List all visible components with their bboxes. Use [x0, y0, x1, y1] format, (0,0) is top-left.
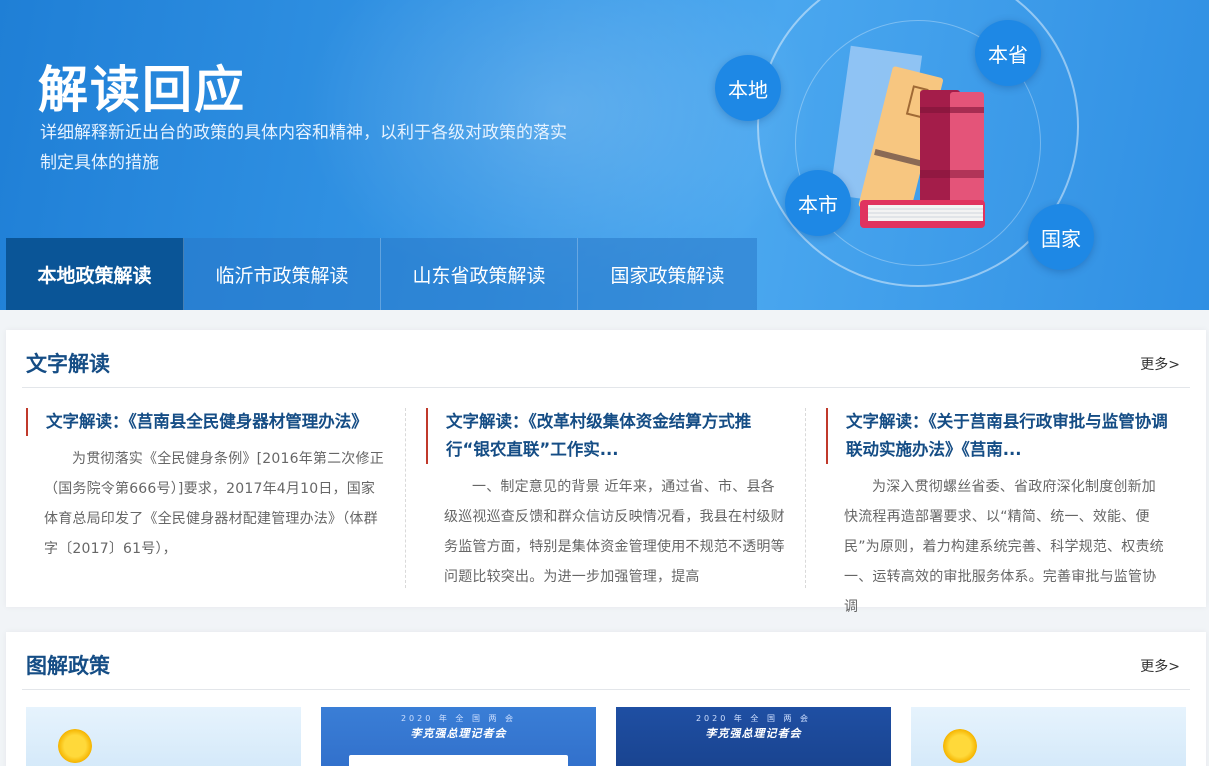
thumbnail-caption: 李克强总理记者会	[705, 727, 802, 740]
panel-header: 文字解读 更多>	[22, 330, 1190, 388]
bubble-local: 本地	[715, 55, 781, 121]
thumbnail-caption: 李克强总理记者会	[410, 727, 507, 740]
article-card: 文字解读：《关于莒南县行政审批与监管协调联动实施办法》《莒南... 为深入贯彻螺…	[826, 408, 1186, 615]
thumbnail-row: 2020 年 全 国 两 会 李克强总理记者会 2020 年 全 国 两 会 李…	[26, 707, 1186, 766]
sun-icon	[943, 729, 977, 763]
text-interpretation-panel: 文字解读 更多> 文字解读：《莒南县全民健身器材管理办法》 为贯彻落实《全民健身…	[6, 330, 1206, 615]
bubble-nation: 国家	[1028, 204, 1094, 270]
tab-national-policy[interactable]: 国家政策解读	[578, 238, 757, 310]
article-summary: 一、制定意见的背景 近年来，通过省、市、县各级巡视巡查反馈和群众信访反映情况看，…	[444, 479, 785, 585]
sun-icon	[58, 729, 92, 763]
article-card: 文字解读：《莒南县全民健身器材管理办法》 为贯彻落实《全民健身条例》[2016年…	[26, 408, 406, 588]
thumbnail-board	[349, 755, 568, 766]
tab-shandong-policy[interactable]: 山东省政策解读	[381, 238, 578, 310]
panel-header: 图解政策 更多>	[22, 632, 1190, 690]
tab-local-policy[interactable]: 本地政策解读	[6, 238, 184, 310]
article-summary: 为深入贯彻螺丝省委、省政府深化制度创新加快流程再造部署要求、以“精简、统一、效能…	[844, 479, 1164, 615]
policy-thumbnail[interactable]	[26, 707, 301, 766]
policy-thumbnail[interactable]: 2020 年 全 国 两 会 李克强总理记者会	[321, 707, 596, 766]
article-summary: 为贯彻落实《全民健身条例》[2016年第二次修正（国务院令第666号）]要求，2…	[44, 451, 384, 557]
banner-description: 详细解释新近出台的政策的具体内容和精神，以利于各级对政策的落实制定具体的措施	[40, 123, 567, 173]
policy-thumbnail[interactable]	[911, 707, 1186, 766]
page-title: 解读回应	[38, 61, 246, 119]
article-title-link[interactable]: 文字解读：《关于莒南县行政审批与监管协调联动实施办法》《莒南...	[826, 408, 1170, 464]
more-link[interactable]: 更多>	[1140, 354, 1180, 374]
more-link[interactable]: 更多>	[1140, 656, 1180, 676]
article-title-link[interactable]: 文字解读：《改革村级集体资金结算方式推行“银农直联”工作实...	[426, 408, 789, 464]
graphic-policy-panel: 图解政策 更多> 2020 年 全 国 两 会 李克强总理记者会 2020 年 …	[6, 632, 1206, 766]
section-title: 文字解读	[26, 352, 110, 376]
bubble-city: 本市	[785, 170, 851, 236]
policy-tabs: 本地政策解读 临沂市政策解读 山东省政策解读 国家政策解读	[6, 238, 757, 310]
thumbnail-caption-small: 2020 年 全 国 两 会	[400, 714, 517, 723]
policy-thumbnail[interactable]: 2020 年 全 国 两 会 李克强总理记者会	[616, 707, 891, 766]
tab-linyi-policy[interactable]: 临沂市政策解读	[184, 238, 381, 310]
thumbnail-caption-small: 2020 年 全 国 两 会	[695, 714, 812, 723]
article-title-link[interactable]: 文字解读：《莒南县全民健身器材管理办法》	[26, 408, 389, 436]
bubble-province: 本省	[975, 20, 1041, 86]
article-card: 文字解读：《改革村级集体资金结算方式推行“银农直联”工作实... 一、制定意见的…	[426, 408, 806, 588]
section-title: 图解政策	[26, 654, 110, 678]
